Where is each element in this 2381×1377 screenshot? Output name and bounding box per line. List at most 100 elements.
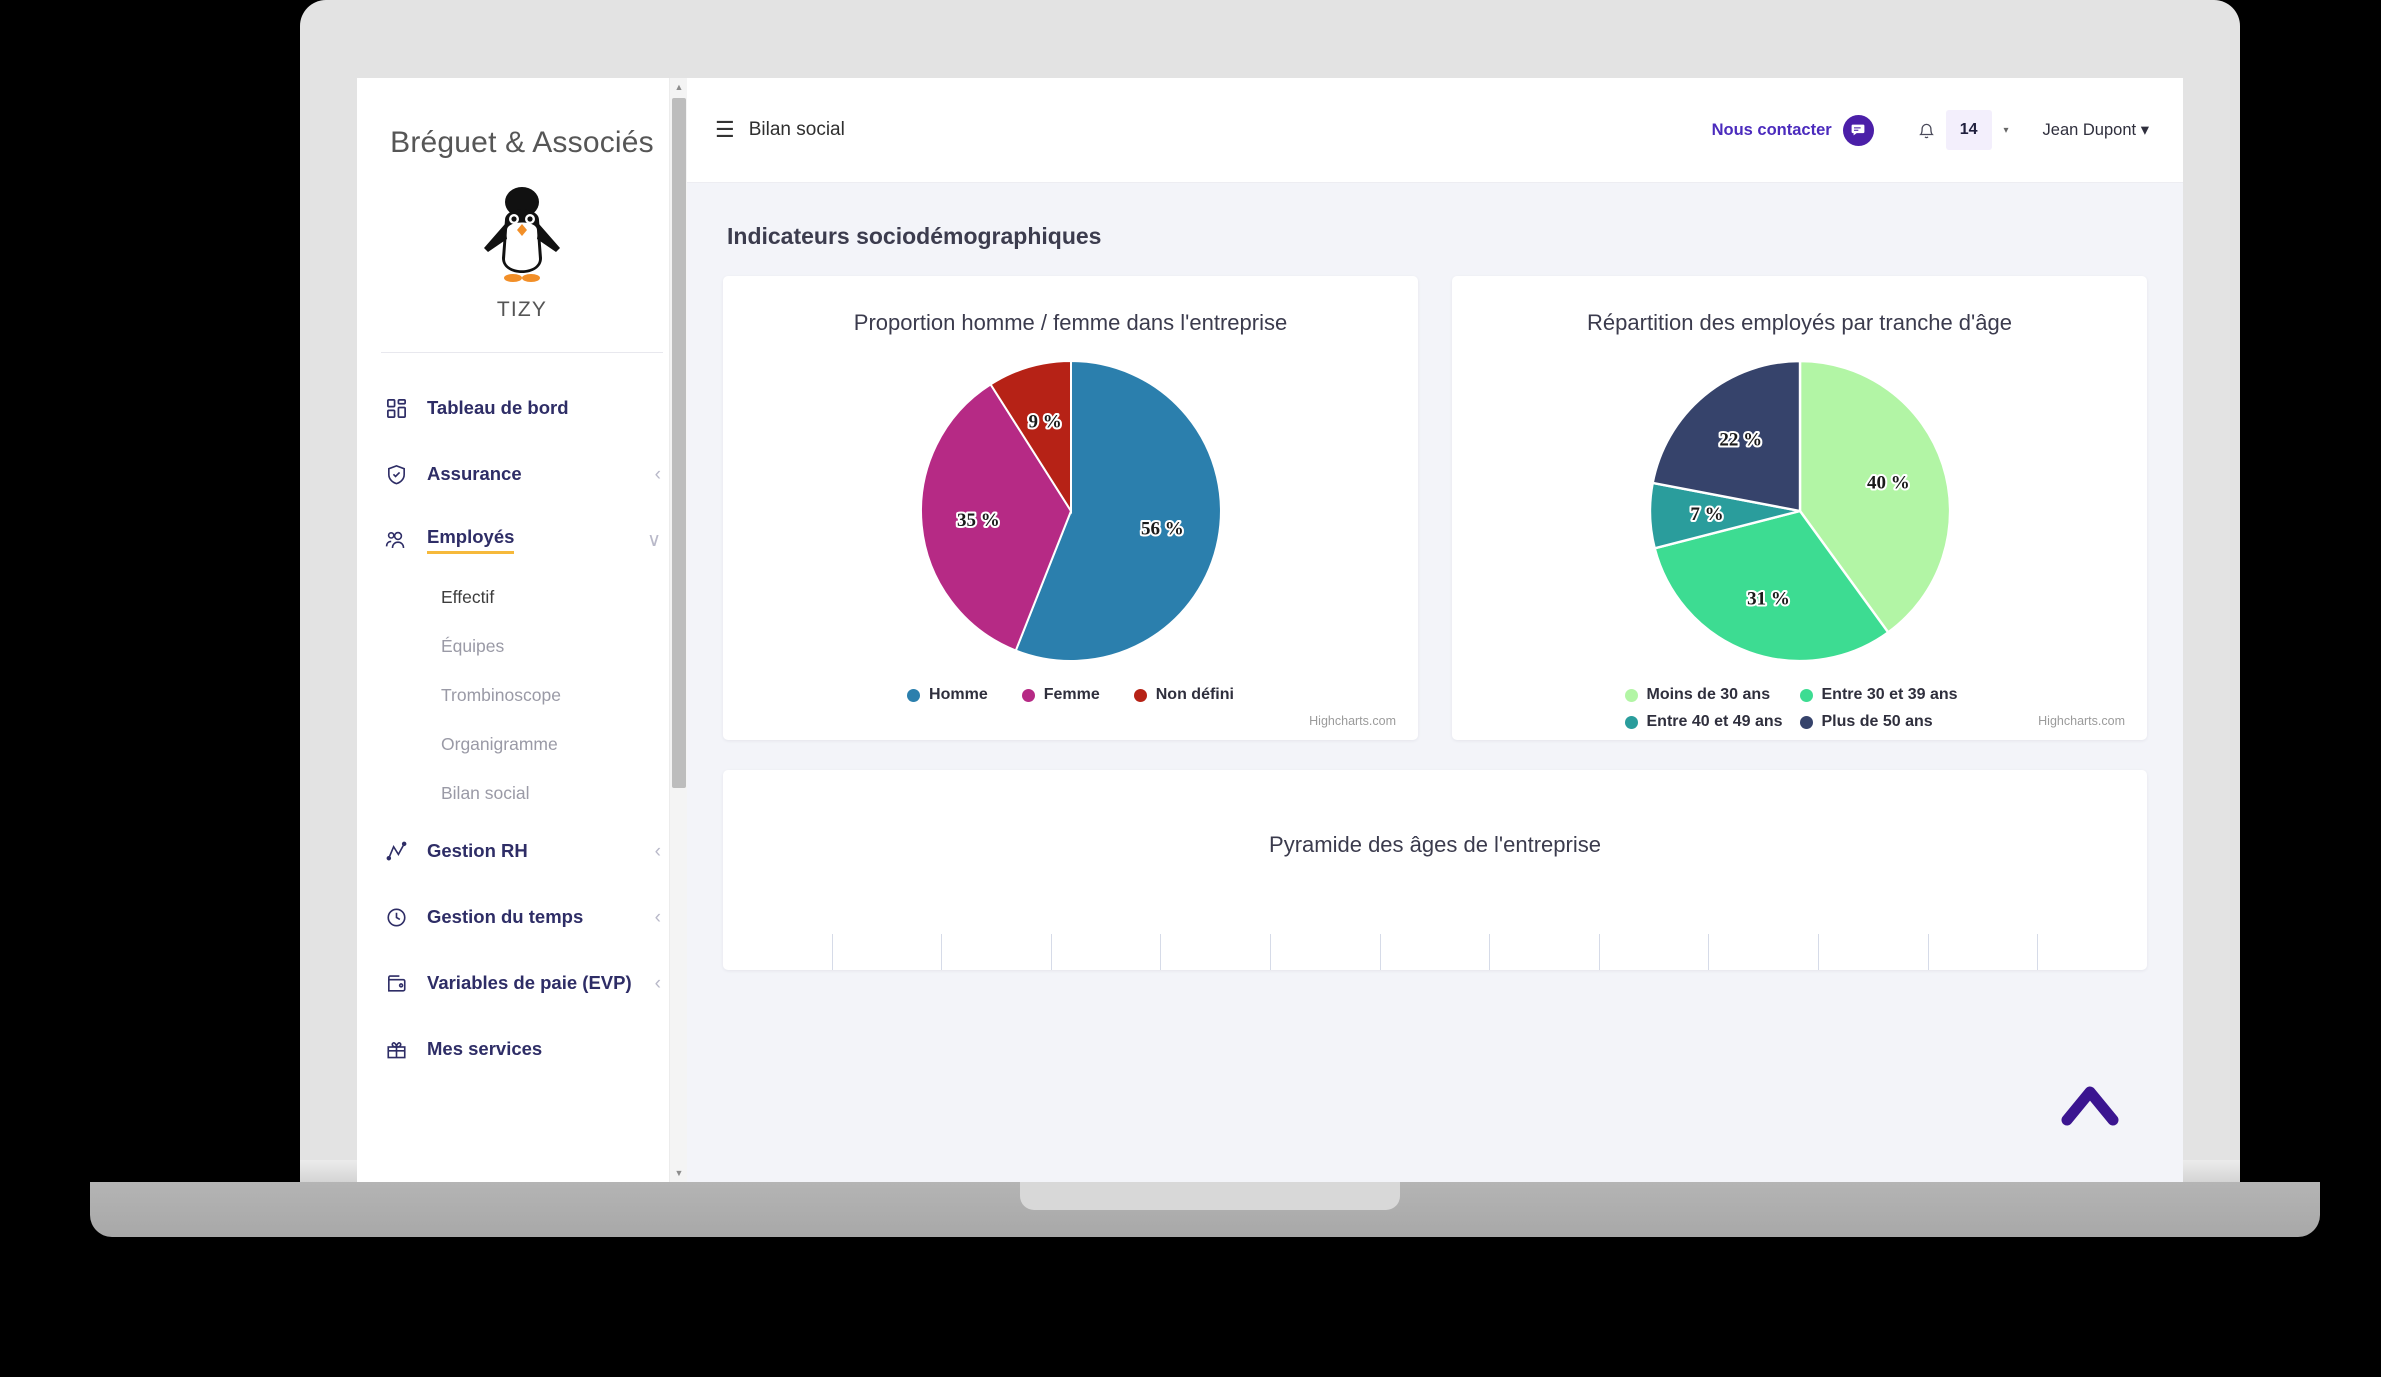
company-logo	[357, 160, 687, 298]
legend-item-femme[interactable]: Femme	[1021, 686, 1100, 704]
chevron-left-icon: ‹	[654, 840, 661, 862]
legend-item-moins-30[interactable]: Moins de 30 ans	[1624, 686, 1800, 704]
gridline	[723, 934, 833, 970]
charts-row: Proportion homme / femme dans l'entrepri…	[723, 276, 2147, 740]
legend-dot-icon	[1624, 688, 1638, 702]
wallet-icon	[381, 972, 411, 995]
hamburger-icon[interactable]: ☰	[715, 119, 735, 141]
gridline	[833, 934, 943, 970]
bell-icon[interactable]	[1916, 119, 1937, 142]
chart-card-age: Répartition des employés par tranche d'â…	[1452, 276, 2147, 740]
gridline	[1929, 934, 2039, 970]
laptop-trackpad-notch	[1020, 1182, 1400, 1210]
pie-label-non-defini: 9 %	[1028, 412, 1061, 433]
legend-item-plus-50[interactable]: Plus de 50 ans	[1799, 713, 1975, 731]
laptop-screen: Bréguet & Associés TIZY Tableau de bord …	[357, 78, 2183, 1182]
pie-label-femme: 35 %	[957, 510, 1000, 531]
chart-credits[interactable]: Highcharts.com	[2038, 714, 2125, 728]
sidebar-scrollbar[interactable]: ▲ ▼	[669, 78, 687, 1182]
sidebar-item-gestion-rh[interactable]: Gestion RH ‹	[357, 818, 687, 884]
gridline	[1709, 934, 1820, 970]
pie-chart-gender: 56 % 35 % 9 %	[723, 346, 1418, 676]
chart-line-icon	[381, 840, 411, 863]
chevron-left-icon: ‹	[654, 972, 661, 994]
legend-label: Non défini	[1155, 686, 1234, 703]
sidebar-subitem-organigramme[interactable]: Organigramme	[357, 720, 687, 769]
sidebar-subitem-equipes[interactable]: Équipes	[357, 622, 687, 671]
chart-card-pyramid: Pyramide des âges de l'entreprise	[723, 770, 2147, 970]
user-name: Jean Dupont	[2042, 121, 2137, 139]
gridline	[2038, 934, 2147, 970]
content-area: Indicateurs sociodémographiques Proporti…	[687, 183, 2183, 1182]
company-name: TIZY	[496, 298, 548, 321]
chart-legend: Moins de 30 ans Entre 30 et 39 ans Entre…	[1585, 676, 2015, 740]
sidebar: Bréguet & Associés TIZY Tableau de bord …	[357, 78, 687, 1182]
sidebar-item-label: Mes services	[427, 1038, 543, 1059]
clock-icon	[381, 906, 411, 929]
chevron-down-icon[interactable]: ▾	[2004, 125, 2009, 136]
sidebar-content: Bréguet & Associés TIZY Tableau de bord …	[357, 78, 687, 1082]
sidebar-item-tableau-de-bord[interactable]: Tableau de bord	[357, 375, 687, 441]
chart-title: Pyramide des âges de l'entreprise	[1269, 832, 1601, 857]
sidebar-item-label: Tableau de bord	[427, 397, 569, 418]
sidebar-item-mes-services[interactable]: Mes services	[357, 1016, 687, 1082]
pie-label-plus-50: 22 %	[1719, 429, 1762, 450]
scroll-to-top-button[interactable]	[2055, 1070, 2125, 1140]
legend-dot-icon	[1624, 715, 1638, 729]
chevron-left-icon: ‹	[654, 463, 661, 485]
pie-label-40-49: 7 %	[1690, 504, 1723, 525]
chat-bubble-icon[interactable]	[1842, 114, 1874, 146]
scrollbar-thumb[interactable]	[672, 98, 686, 788]
gridline	[1052, 934, 1162, 970]
sidebar-item-label: Employés	[427, 526, 515, 554]
sidebar-item-label: Gestion RH	[427, 840, 528, 861]
scrollbar-up-arrow-icon[interactable]: ▲	[670, 78, 687, 96]
sidebar-item-assurance[interactable]: Assurance ‹	[357, 441, 687, 507]
gridline	[1490, 934, 1600, 970]
pyramid-gridlines	[723, 934, 2147, 970]
chart-title: Répartition des employés par tranche d'â…	[1587, 310, 2012, 335]
chevron-left-icon: ‹	[654, 906, 661, 928]
legend-item-homme[interactable]: Homme	[907, 686, 988, 704]
chart-credits[interactable]: Highcharts.com	[1309, 714, 1396, 728]
gridline	[1600, 934, 1710, 970]
chart-card-gender: Proportion homme / femme dans l'entrepri…	[723, 276, 1418, 740]
legend-label: Homme	[929, 686, 988, 703]
scrollbar-down-arrow-icon[interactable]: ▼	[670, 1164, 687, 1182]
chevron-up-icon	[2061, 1086, 2119, 1126]
sidebar-subitem-trombinoscope[interactable]: Trombinoscope	[357, 671, 687, 720]
penguin-logo-icon	[484, 187, 560, 282]
sidebar-item-gestion-du-temps[interactable]: Gestion du temps ‹	[357, 884, 687, 950]
chart-title: Proportion homme / femme dans l'entrepri…	[853, 310, 1288, 335]
legend-dot-icon	[1799, 715, 1813, 729]
legend-dot-icon	[1133, 688, 1147, 702]
legend-item-40-49[interactable]: Entre 40 et 49 ans	[1624, 713, 1800, 731]
chart-legend: Homme Femme Non défini	[723, 676, 1418, 704]
sidebar-item-employes[interactable]: Employés ∨	[357, 507, 687, 573]
gridline	[1819, 934, 1929, 970]
sidebar-item-label: Gestion du temps	[427, 906, 584, 927]
gridline	[1161, 934, 1272, 970]
legend-item-30-39[interactable]: Entre 30 et 39 ans	[1799, 686, 1975, 704]
notification-count-badge[interactable]: 14	[1945, 110, 1992, 150]
pie-chart-age: 40 % 31 % 7 % 22 %	[1452, 346, 2147, 676]
user-menu[interactable]: Jean Dupont ▾	[2043, 120, 2149, 140]
gridline	[942, 934, 1052, 970]
legend-label: Femme	[1043, 686, 1100, 703]
legend-item-non-defini[interactable]: Non défini	[1133, 686, 1234, 704]
legend-label: Entre 30 et 39 ans	[1821, 686, 1958, 703]
pie-svg: 40 % 31 % 7 % 22 %	[1648, 359, 1951, 663]
main-column: ☰ Bilan social Nous contacter 14 ▾ Jean …	[687, 78, 2183, 1182]
pie-label-moins-30: 40 %	[1867, 472, 1910, 493]
sidebar-divider	[381, 352, 663, 353]
sidebar-subitem-effectif[interactable]: Effectif	[357, 573, 687, 622]
contact-link[interactable]: Nous contacter	[1712, 121, 1832, 140]
dashboard-icon	[381, 397, 411, 420]
sidebar-item-variables-de-paie[interactable]: Variables de paie (EVP) ‹	[357, 950, 687, 1016]
gridline	[1271, 934, 1381, 970]
section-title: Indicateurs sociodémographiques	[727, 223, 1102, 249]
sidebar-subitem-bilan-social[interactable]: Bilan social	[357, 769, 687, 818]
pie-svg: 56 % 35 % 9 %	[919, 359, 1222, 662]
pie-label-homme: 56 %	[1141, 518, 1184, 539]
legend-label: Moins de 30 ans	[1646, 686, 1771, 703]
